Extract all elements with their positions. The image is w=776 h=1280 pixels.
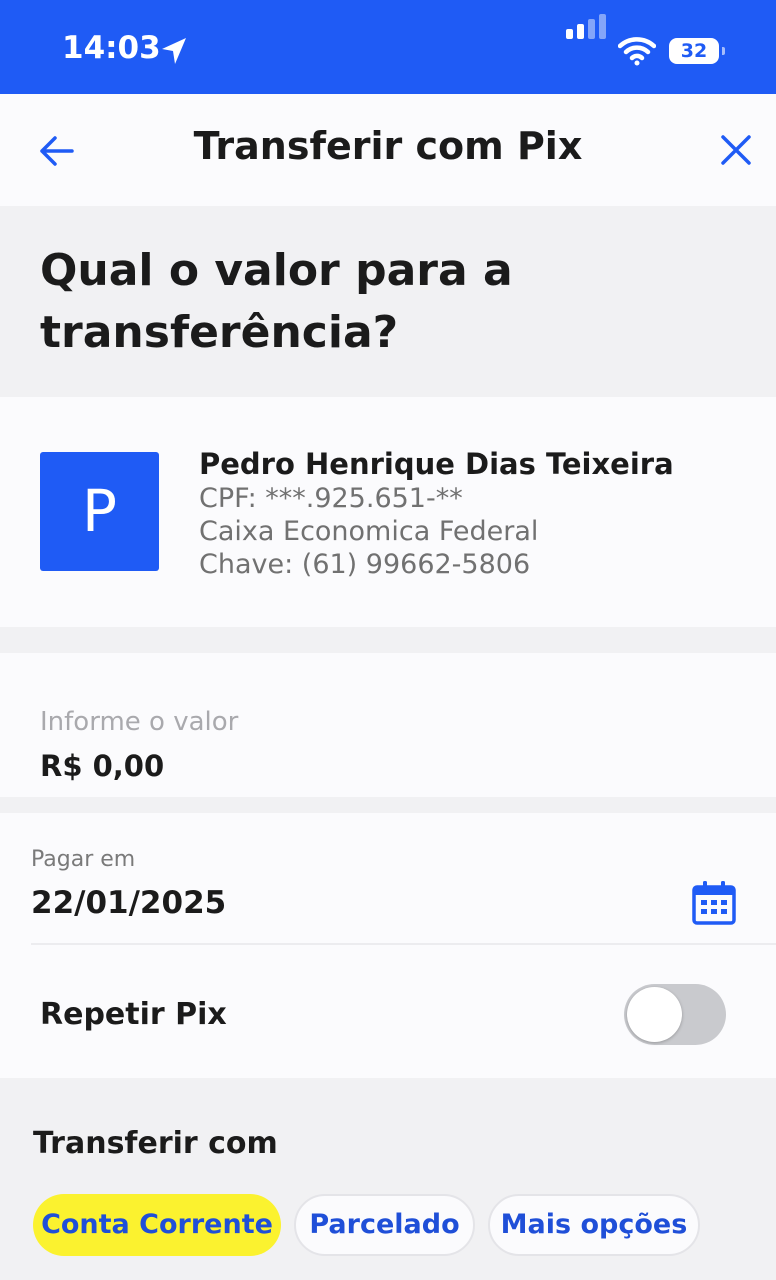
recipient-card: P Pedro Henrique Dias Teixeira CPF: ***.… bbox=[0, 397, 776, 627]
repeat-pix-label: Repetir Pix bbox=[40, 997, 227, 1032]
recipient-bank: Caixa Economica Federal bbox=[199, 516, 539, 547]
status-time: 14:03 bbox=[62, 30, 161, 66]
recipient-pix-key: Chave: (61) 99662-5806 bbox=[199, 549, 531, 580]
recipient-name: Pedro Henrique Dias Teixeira bbox=[199, 447, 674, 481]
divider bbox=[31, 943, 776, 945]
amount-label: Informe o valor bbox=[40, 707, 239, 737]
pay-date-value[interactable]: 22/01/2025 bbox=[31, 885, 226, 921]
wifi-icon bbox=[618, 37, 656, 66]
option-conta-corrente-button[interactable]: Conta Corrente bbox=[33, 1194, 281, 1256]
page-title: Transferir com Pix bbox=[193, 124, 583, 168]
recipient-avatar: P bbox=[40, 452, 159, 571]
repeat-pix-toggle[interactable] bbox=[624, 984, 726, 1045]
recipient-cpf: CPF: ***.925.651-** bbox=[199, 483, 463, 514]
location-arrow-icon bbox=[162, 38, 186, 64]
transfer-with-label: Transferir com bbox=[33, 1126, 278, 1161]
status-bar: 14:03 32 bbox=[0, 0, 776, 94]
close-icon[interactable] bbox=[718, 132, 754, 168]
pay-date-label: Pagar em bbox=[31, 847, 136, 872]
amount-question-heading: Qual o valor para a transferência? bbox=[40, 245, 513, 358]
amount-input[interactable]: R$ 0,00 bbox=[40, 749, 164, 783]
battery-icon: 32 bbox=[669, 38, 725, 64]
calendar-icon[interactable] bbox=[690, 879, 738, 927]
schedule-section: Pagar em 22/01/2025 Repetir Pix bbox=[0, 813, 776, 1078]
toggle-knob bbox=[627, 987, 682, 1042]
option-mais-opcoes-button[interactable]: Mais opções bbox=[488, 1194, 700, 1256]
amount-field[interactable]: Informe o valor R$ 0,00 bbox=[0, 653, 776, 797]
option-parcelado-button[interactable]: Parcelado bbox=[294, 1194, 475, 1256]
